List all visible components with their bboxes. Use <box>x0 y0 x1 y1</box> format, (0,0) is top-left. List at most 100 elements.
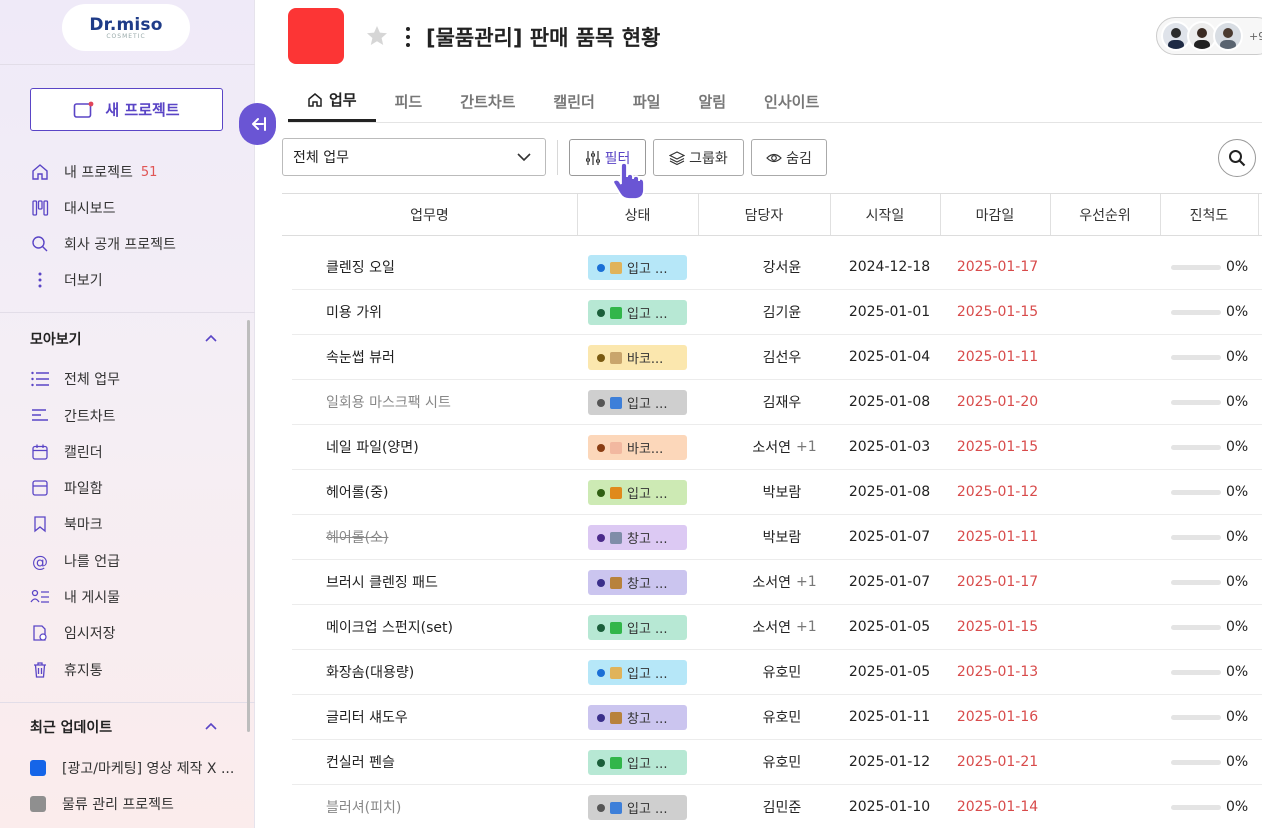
table-row[interactable]: 헤어롤(중) 입고 ... 박보람 2025-01-08 2025-01-12 0% <box>292 470 1262 515</box>
status-badge[interactable]: 입고 ... <box>588 300 687 325</box>
tab-feed[interactable]: 피드 <box>376 80 442 122</box>
status-badge[interactable]: 창고 ... <box>588 525 687 550</box>
task-name[interactable]: 미용 가위 <box>326 290 382 334</box>
task-name[interactable]: 화장솜(대용량) <box>326 650 414 694</box>
tab-calendar[interactable]: 캘린더 <box>534 80 613 122</box>
sidebar-item-all-tasks[interactable]: 전체 업무 <box>30 368 120 390</box>
owner-cell[interactable]: 소서연 +1 <box>712 605 857 649</box>
sidebar-item-my-projects[interactable]: 내 프로젝트 51 <box>30 161 157 183</box>
task-name[interactable]: 속눈썹 뷰러 <box>326 335 395 379</box>
task-name[interactable]: 헤어롤(소) <box>326 515 388 559</box>
task-name[interactable]: 네일 파일(양면) <box>326 425 419 469</box>
company-logo[interactable]: Dr.miso COSMETIC <box>62 4 190 51</box>
start-date[interactable]: 2025-01-11 <box>837 695 942 739</box>
project-color-badge[interactable] <box>288 8 344 64</box>
due-date[interactable]: 2025-01-21 <box>945 740 1050 784</box>
sidebar-item-dashboard[interactable]: 대시보드 <box>30 197 116 219</box>
progress-cell[interactable]: 0% <box>1171 335 1248 379</box>
task-name[interactable]: 브러시 클렌징 패드 <box>326 560 438 604</box>
status-badge[interactable]: 입고 ... <box>588 255 687 280</box>
status-badge[interactable]: 바코... <box>588 345 687 370</box>
progress-cell[interactable]: 0% <box>1171 650 1248 694</box>
recent-project-item[interactable]: [광고/마케팅] 영상 제작 X ... <box>30 758 234 778</box>
owner-cell[interactable]: 유호민 <box>712 740 857 784</box>
sidebar-item-public-projects[interactable]: 회사 공개 프로젝트 <box>30 233 176 255</box>
task-scope-select[interactable]: 전체 업무 <box>282 138 546 176</box>
collapse-sidebar-button[interactable] <box>239 103 276 145</box>
start-date[interactable]: 2025-01-01 <box>837 290 942 334</box>
table-row[interactable]: 헤어롤(소) 창고 ... 박보람 2025-01-07 2025-01-11 0% <box>292 515 1262 560</box>
column-header-owner[interactable]: 담당자 <box>698 194 830 235</box>
owner-cell[interactable]: 김재우 <box>712 380 857 424</box>
due-date[interactable]: 2025-01-16 <box>945 695 1050 739</box>
due-date[interactable]: 2025-01-15 <box>945 290 1050 334</box>
column-header-start-date[interactable]: 시작일 <box>830 194 940 235</box>
sidebar-item-calendar[interactable]: 캘린더 <box>30 441 103 463</box>
due-date[interactable]: 2025-01-11 <box>945 335 1050 379</box>
table-row[interactable]: 브러시 클렌징 패드 창고 ... 소서연 +1 2025-01-07 2025-01-1… <box>292 560 1262 605</box>
table-row[interactable]: 메이크업 스펀지(set) 입고 ... 소서연 +1 2025-01-05 2025-0… <box>292 605 1262 650</box>
sidebar-item-more[interactable]: 더보기 <box>30 269 103 291</box>
tab-notifications[interactable]: 알림 <box>679 80 745 122</box>
chevron-up-icon[interactable] <box>204 719 218 733</box>
task-name[interactable]: 글리터 섀도우 <box>326 695 408 739</box>
sidebar-item-bookmark[interactable]: 북마크 <box>30 513 103 535</box>
start-date[interactable]: 2025-01-07 <box>837 515 942 559</box>
progress-cell[interactable]: 0% <box>1171 425 1248 469</box>
owner-cell[interactable]: 김선우 <box>712 335 857 379</box>
progress-cell[interactable]: 0% <box>1171 785 1248 828</box>
table-row[interactable]: 글리터 섀도우 창고 ... 유호민 2025-01-11 2025-01-16 0% <box>292 695 1262 740</box>
member-avatars[interactable]: +9 <box>1156 17 1262 55</box>
due-date[interactable]: 2025-01-15 <box>945 605 1050 649</box>
due-date[interactable]: 2025-01-12 <box>945 470 1050 514</box>
due-date[interactable]: 2025-01-14 <box>945 785 1050 828</box>
tab-files[interactable]: 파일 <box>614 80 680 122</box>
start-date[interactable]: 2025-01-07 <box>837 560 942 604</box>
tab-gantt[interactable]: 간트차트 <box>441 80 534 122</box>
owner-cell[interactable]: 소서연 +1 <box>712 425 857 469</box>
sidebar-scrollbar[interactable] <box>247 320 250 732</box>
owner-cell[interactable]: 박보람 <box>712 515 857 559</box>
progress-cell[interactable]: 0% <box>1171 290 1248 334</box>
progress-cell[interactable]: 0% <box>1171 380 1248 424</box>
start-date[interactable]: 2025-01-10 <box>837 785 942 828</box>
start-date[interactable]: 2025-01-05 <box>837 650 942 694</box>
task-name[interactable]: 메이크업 스펀지(set) <box>326 605 453 649</box>
sidebar-item-drafts[interactable]: 임시저장 <box>30 622 116 644</box>
start-date[interactable]: 2025-01-08 <box>837 380 942 424</box>
owner-cell[interactable]: 유호민 <box>712 695 857 739</box>
start-date[interactable]: 2025-01-05 <box>837 605 942 649</box>
chevron-up-icon[interactable] <box>204 331 218 345</box>
start-date[interactable]: 2025-01-12 <box>837 740 942 784</box>
column-header-task-name[interactable]: 업무명 <box>282 194 577 235</box>
sidebar-item-mentions[interactable]: @ 나를 언급 <box>30 550 120 572</box>
table-row[interactable]: 일회용 마스크팩 시트 입고 ... 김재우 2025-01-08 2025-01-20… <box>292 380 1262 425</box>
sidebar-item-gantt[interactable]: 간트차트 <box>30 405 116 427</box>
progress-cell[interactable]: 0% <box>1171 515 1248 559</box>
progress-cell[interactable]: 0% <box>1171 605 1248 649</box>
table-row[interactable]: 화장솜(대용량) 입고 ... 유호민 2025-01-05 2025-01-13 0% <box>292 650 1262 695</box>
table-row[interactable]: 클렌징 오일 입고 ... 강서윤 2024-12-18 2025-01-17 0% <box>292 245 1262 290</box>
owner-cell[interactable]: 김기윤 <box>712 290 857 334</box>
progress-cell[interactable]: 0% <box>1171 695 1248 739</box>
group-button[interactable]: 그룹화 <box>653 139 744 176</box>
progress-cell[interactable]: 0% <box>1171 245 1248 289</box>
more-vertical-icon[interactable] <box>404 26 412 48</box>
new-project-button[interactable]: 새 프로젝트 <box>30 88 223 131</box>
table-row[interactable]: 속눈썹 뷰러 바코... 김선우 2025-01-04 2025-01-11 0% <box>292 335 1262 380</box>
start-date[interactable]: 2024-12-18 <box>837 245 942 289</box>
owner-cell[interactable]: 김민준 <box>712 785 857 828</box>
status-badge[interactable]: 창고 ... <box>588 705 687 730</box>
owner-cell[interactable]: 소서연 +1 <box>712 560 857 604</box>
status-badge[interactable]: 입고 ... <box>588 615 687 640</box>
table-row[interactable]: 미용 가위 입고 ... 김기윤 2025-01-01 2025-01-15 0% <box>292 290 1262 335</box>
progress-cell[interactable]: 0% <box>1171 560 1248 604</box>
progress-cell[interactable]: 0% <box>1171 470 1248 514</box>
task-name[interactable]: 헤어롤(중) <box>326 470 388 514</box>
tab-insights[interactable]: 인사이트 <box>745 80 838 122</box>
search-button[interactable] <box>1218 139 1256 177</box>
sidebar-item-trash[interactable]: 휴지통 <box>30 659 103 681</box>
table-row[interactable]: 블러셔(피치) 입고 ... 김민준 2025-01-10 2025-01-14 0% <box>292 785 1262 828</box>
column-header-priority[interactable]: 우선순위 <box>1050 194 1160 235</box>
star-icon[interactable] <box>365 24 389 48</box>
